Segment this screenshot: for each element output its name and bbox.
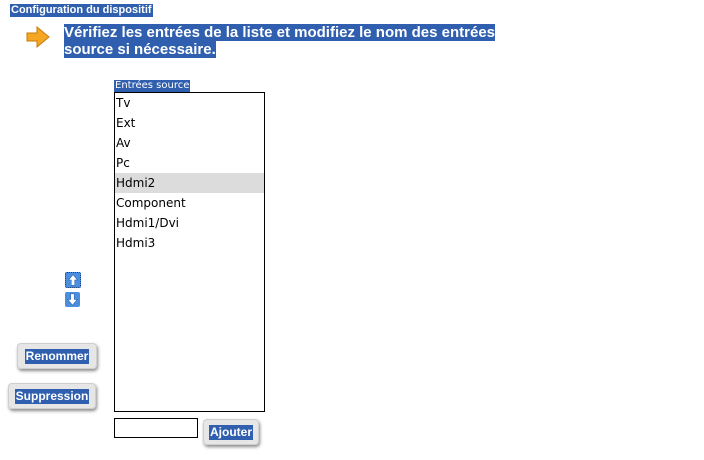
source-list-item[interactable]: Hdmi1/Dvi [115,213,264,233]
move-down-button[interactable] [65,292,80,307]
source-list[interactable]: Tv Ext Av Pc Hdmi2 Component Hdmi1/Dvi Hdmi3 [114,92,265,412]
new-source-input[interactable] [114,418,198,438]
page-title: Configuration du dispositif [10,4,153,17]
delete-button[interactable]: Suppression [8,383,96,409]
add-button[interactable]: Ajouter [203,419,259,445]
arrow-down-icon [67,293,78,306]
instruction-line-2: source si nécessaire. [64,41,216,58]
instruction-line-1: Vérifiez les entrées de la liste et modi… [64,24,496,41]
source-list-item[interactable]: Ext [115,113,264,133]
source-list-item[interactable]: Hdmi3 [115,233,264,253]
source-list-item[interactable]: Pc [115,153,264,173]
source-list-item[interactable]: Component [115,193,264,213]
move-up-button[interactable] [65,272,81,288]
source-list-item[interactable]: Av [115,133,264,153]
instruction-text: Vérifiez les entrées de la liste et modi… [64,24,534,58]
source-list-item[interactable]: Tv [115,93,264,113]
rename-button-label: Renommer [24,348,90,364]
delete-button-label: Suppression [14,388,90,404]
arrow-up-icon [68,274,78,286]
source-list-label: Entrées source [114,80,191,92]
add-button-label: Ajouter [209,424,253,440]
rename-button[interactable]: Renommer [17,343,97,369]
arrow-right-icon [26,26,50,48]
source-list-item[interactable]: Hdmi2 [115,173,264,193]
